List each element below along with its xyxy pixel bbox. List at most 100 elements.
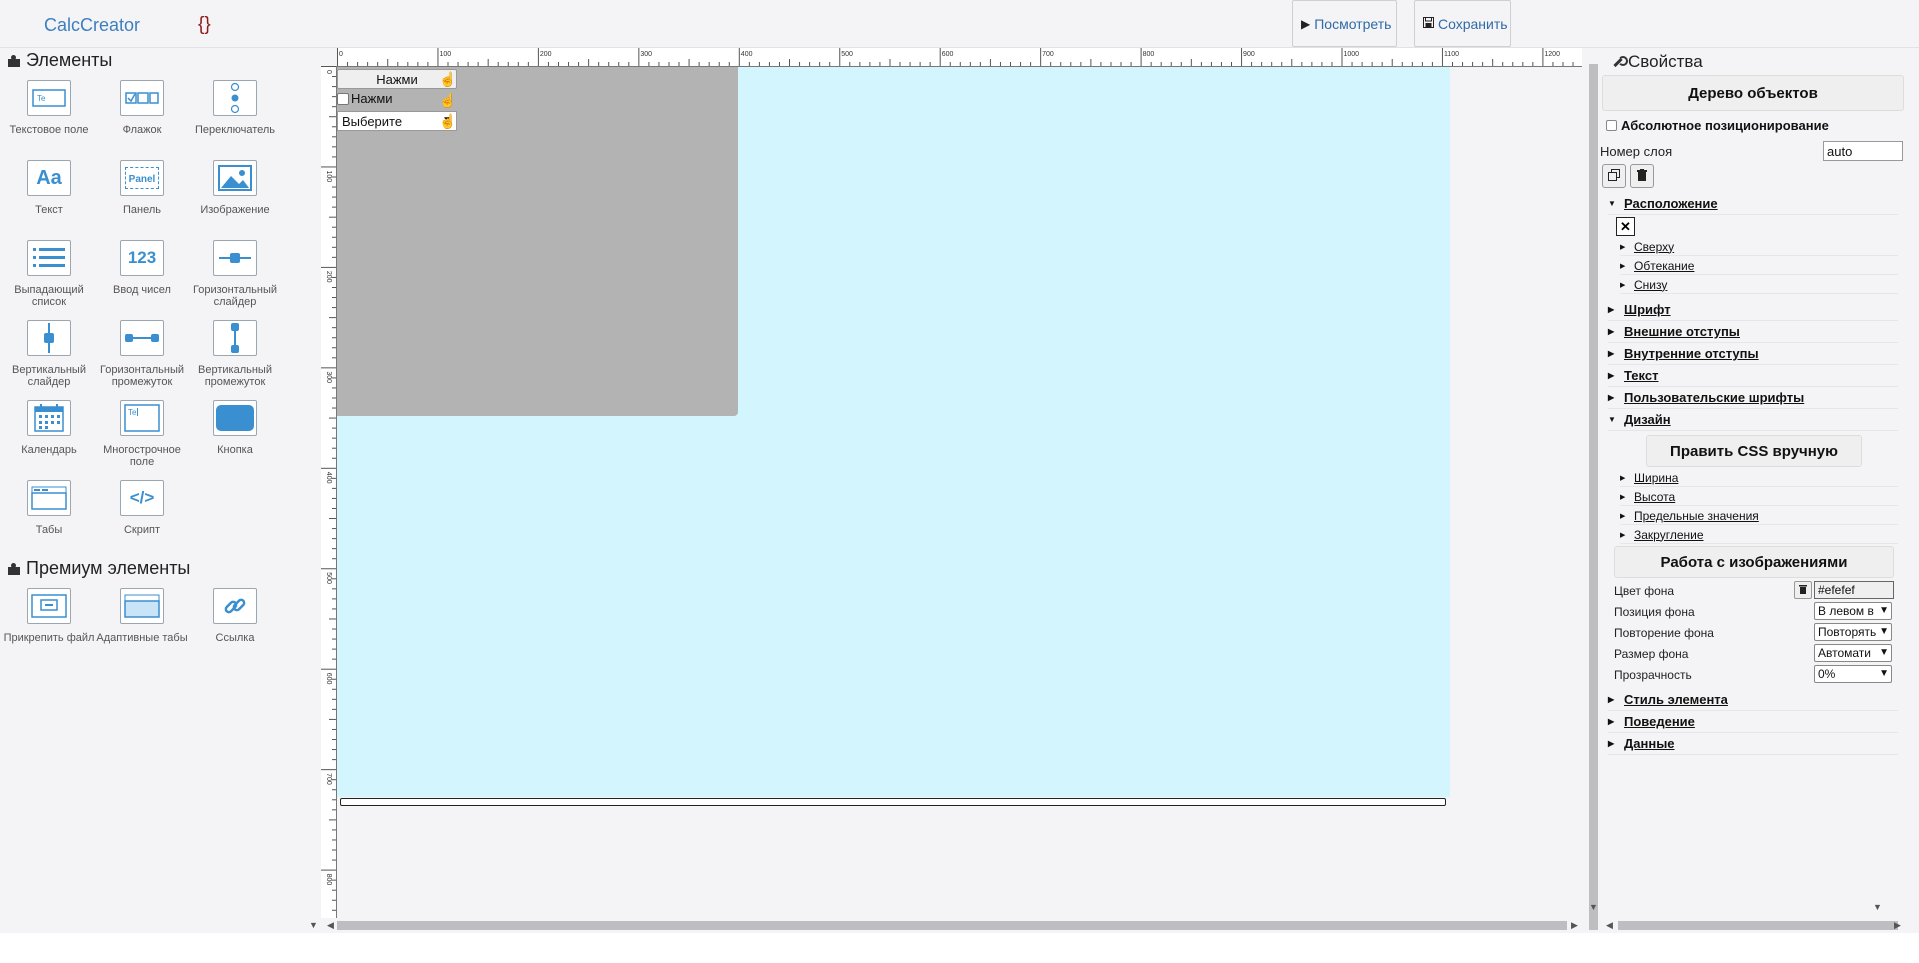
panel-glyph: Panel bbox=[128, 174, 156, 185]
tool-adaptive-tabs[interactable]: Адаптивные табы bbox=[96, 588, 188, 644]
ruler-label: 1000 bbox=[1344, 51, 1360, 58]
tool-text-field[interactable]: Te Текстовое поле bbox=[3, 80, 95, 136]
ruler-label: 0 bbox=[339, 51, 343, 58]
triangle-down-icon: ▼ bbox=[1608, 199, 1616, 208]
ruler-label: 1200 bbox=[1544, 51, 1560, 58]
tool-vertical-slider[interactable]: Вертикальный слайдер bbox=[3, 320, 95, 388]
section-inner-padding[interactable]: ▶ Внутренние отступы bbox=[1608, 343, 1898, 365]
scroll-right-icon[interactable]: ▶ bbox=[1894, 920, 1901, 931]
scroll-down-icon[interactable]: ▼ bbox=[1589, 902, 1598, 912]
bg-repeat-select[interactable]: Повторять ▼ bbox=[1814, 623, 1892, 641]
stage-bottom-bar[interactable] bbox=[340, 798, 1446, 806]
hand-pointer-icon: ☝ bbox=[439, 92, 457, 108]
scroll-right-icon[interactable]: ▶ bbox=[1571, 920, 1578, 931]
right-scroll-down-icon[interactable]: ▼ bbox=[1873, 902, 1882, 912]
section-text[interactable]: ▶ Текст bbox=[1608, 365, 1898, 387]
tool-number-input[interactable]: 123 Ввод чисел bbox=[96, 240, 188, 296]
horizontal-spacer-icon bbox=[120, 320, 164, 356]
tool-calendar[interactable]: Календарь bbox=[3, 400, 95, 456]
save-button[interactable]: Сохранить bbox=[1414, 0, 1511, 47]
tool-dropdown[interactable]: Выпадающий список bbox=[3, 240, 95, 308]
ruler-label: 800 bbox=[1143, 51, 1155, 58]
subsection-bottom[interactable]: ▶ Снизу bbox=[1620, 276, 1898, 294]
bg-color-input[interactable]: #efefef bbox=[1814, 581, 1894, 599]
calculator-stage[interactable]: Нажми ☝ Нажми ☝ Выберите ▼ ☝ bbox=[337, 67, 1450, 806]
tool-label: Переключатель bbox=[194, 124, 276, 136]
tool-script[interactable]: </> Скрипт bbox=[96, 480, 188, 536]
design-workspace[interactable]: Нажми ☝ Нажми ☝ Выберите ▼ ☝ bbox=[337, 67, 1582, 918]
properties-horizontal-scrollbar[interactable]: ◀ ▶ bbox=[1598, 918, 1919, 932]
workspace-horizontal-scrollbar[interactable]: ◀ ▶ bbox=[327, 918, 1581, 932]
subsection-width[interactable]: ▶ Ширина bbox=[1620, 469, 1898, 487]
subsection-rounding[interactable]: ▶ Закругление bbox=[1620, 526, 1898, 544]
checkbox-box[interactable] bbox=[337, 92, 349, 105]
absolute-positioning-checkbox[interactable] bbox=[1606, 120, 1617, 131]
ruler-label: 500 bbox=[325, 572, 332, 584]
section-behavior[interactable]: ▶ Поведение bbox=[1608, 711, 1898, 733]
subsection-top[interactable]: ▶ Сверху bbox=[1620, 238, 1898, 256]
copy-button[interactable] bbox=[1602, 164, 1626, 188]
tool-label: Вертикальный промежуток bbox=[198, 364, 272, 388]
layer-number-input[interactable]: auto bbox=[1823, 141, 1903, 161]
tool-button[interactable]: Кнопка bbox=[189, 400, 281, 456]
tool-horizontal-slider[interactable]: Горизонтальный слайдер bbox=[189, 240, 281, 308]
triangle-right-icon: ▶ bbox=[1608, 305, 1615, 314]
scrollbar-thumb[interactable] bbox=[1589, 64, 1598, 930]
subsection-height[interactable]: ▶ Высота bbox=[1620, 488, 1898, 506]
triangle-right-icon: ▶ bbox=[1608, 739, 1615, 748]
tool-label: Календарь bbox=[21, 444, 77, 456]
bg-position-select[interactable]: В левом в ▼ bbox=[1814, 602, 1892, 620]
opacity-select[interactable]: 0% ▼ bbox=[1814, 665, 1892, 683]
grey-panel-element[interactable]: Нажми ☝ Нажми ☝ Выберите ▼ ☝ bbox=[337, 67, 738, 416]
triangle-right-icon: ▶ bbox=[1608, 717, 1615, 726]
section-font[interactable]: ▶ Шрифт bbox=[1608, 299, 1898, 321]
close-position-button[interactable]: ✕ bbox=[1616, 217, 1635, 236]
subsection-limits[interactable]: ▶ Предельные значения bbox=[1620, 507, 1898, 525]
tool-radio[interactable]: Переключатель bbox=[189, 80, 281, 136]
app-logo[interactable]: CalcCreator bbox=[44, 15, 140, 36]
tool-tabs[interactable]: Табы bbox=[3, 480, 95, 536]
tool-panel[interactable]: Panel Панель bbox=[96, 160, 188, 216]
edit-css-button[interactable]: Править CSS вручную bbox=[1646, 435, 1862, 467]
tool-checkbox[interactable]: Флажок bbox=[96, 80, 188, 136]
ruler-label: 700 bbox=[325, 773, 332, 785]
scroll-left-icon[interactable]: ◀ bbox=[327, 920, 334, 931]
tool-horizontal-spacer[interactable]: Горизонтальный промежуток bbox=[96, 320, 188, 388]
left-panel-scroll-down-icon[interactable]: ▼ bbox=[309, 920, 318, 930]
tool-text[interactable]: Aa Текст bbox=[3, 160, 95, 216]
button-icon bbox=[213, 400, 257, 436]
absolute-positioning-toggle[interactable]: Абсолютное позиционирование bbox=[1606, 118, 1829, 133]
delete-button[interactable] bbox=[1630, 164, 1654, 188]
section-data[interactable]: ▶ Данные bbox=[1608, 733, 1898, 755]
tool-textarea[interactable]: Te Многострочное поле bbox=[96, 400, 188, 468]
bg-color-label: Цвет фона bbox=[1614, 584, 1675, 598]
section-custom-fonts[interactable]: ▶ Пользовательские шрифты bbox=[1608, 387, 1898, 409]
canvas-checkbox-element[interactable]: Нажми bbox=[337, 91, 393, 106]
scrollbar-thumb[interactable] bbox=[1618, 921, 1898, 930]
section-outer-margins[interactable]: ▶ Внешние отступы bbox=[1608, 321, 1898, 343]
wrench-icon bbox=[1612, 56, 1628, 68]
opacity-value: 0% bbox=[1818, 667, 1836, 681]
tool-attach-file[interactable]: Прикрепить файл bbox=[3, 588, 95, 644]
preview-button[interactable]: ▶ Посмотреть bbox=[1292, 0, 1397, 47]
bg-size-select[interactable]: Автомати ▼ bbox=[1814, 644, 1892, 662]
triangle-right-icon: ▶ bbox=[1620, 243, 1626, 251]
tool-link[interactable]: Ссылка bbox=[189, 588, 281, 644]
ruler-label: 1100 bbox=[1444, 51, 1459, 58]
scroll-left-icon[interactable]: ◀ bbox=[1606, 920, 1613, 931]
section-element-style[interactable]: ▶ Стиль элемента bbox=[1608, 689, 1898, 711]
tool-label: Многострочное поле bbox=[103, 444, 181, 468]
clear-bg-color-button[interactable] bbox=[1794, 581, 1812, 599]
subsection-wrap[interactable]: ▶ Обтекание bbox=[1620, 257, 1898, 275]
scrollbar-thumb[interactable] bbox=[337, 921, 1567, 930]
section-location[interactable]: ▼ Расположение bbox=[1608, 193, 1898, 215]
object-tree-button[interactable]: Дерево объектов bbox=[1602, 75, 1904, 111]
images-button[interactable]: Работа с изображениями bbox=[1614, 546, 1894, 578]
bg-repeat-value: Повторять bbox=[1818, 625, 1877, 639]
code-braces-icon[interactable]: {} bbox=[198, 14, 211, 36]
section-design[interactable]: ▼ Дизайн bbox=[1608, 409, 1898, 431]
tool-image[interactable]: Изображение bbox=[189, 160, 281, 216]
tool-vertical-spacer[interactable]: Вертикальный промежуток bbox=[189, 320, 281, 388]
dropdown-icon bbox=[27, 240, 71, 276]
horizontal-slider-icon bbox=[213, 240, 257, 276]
